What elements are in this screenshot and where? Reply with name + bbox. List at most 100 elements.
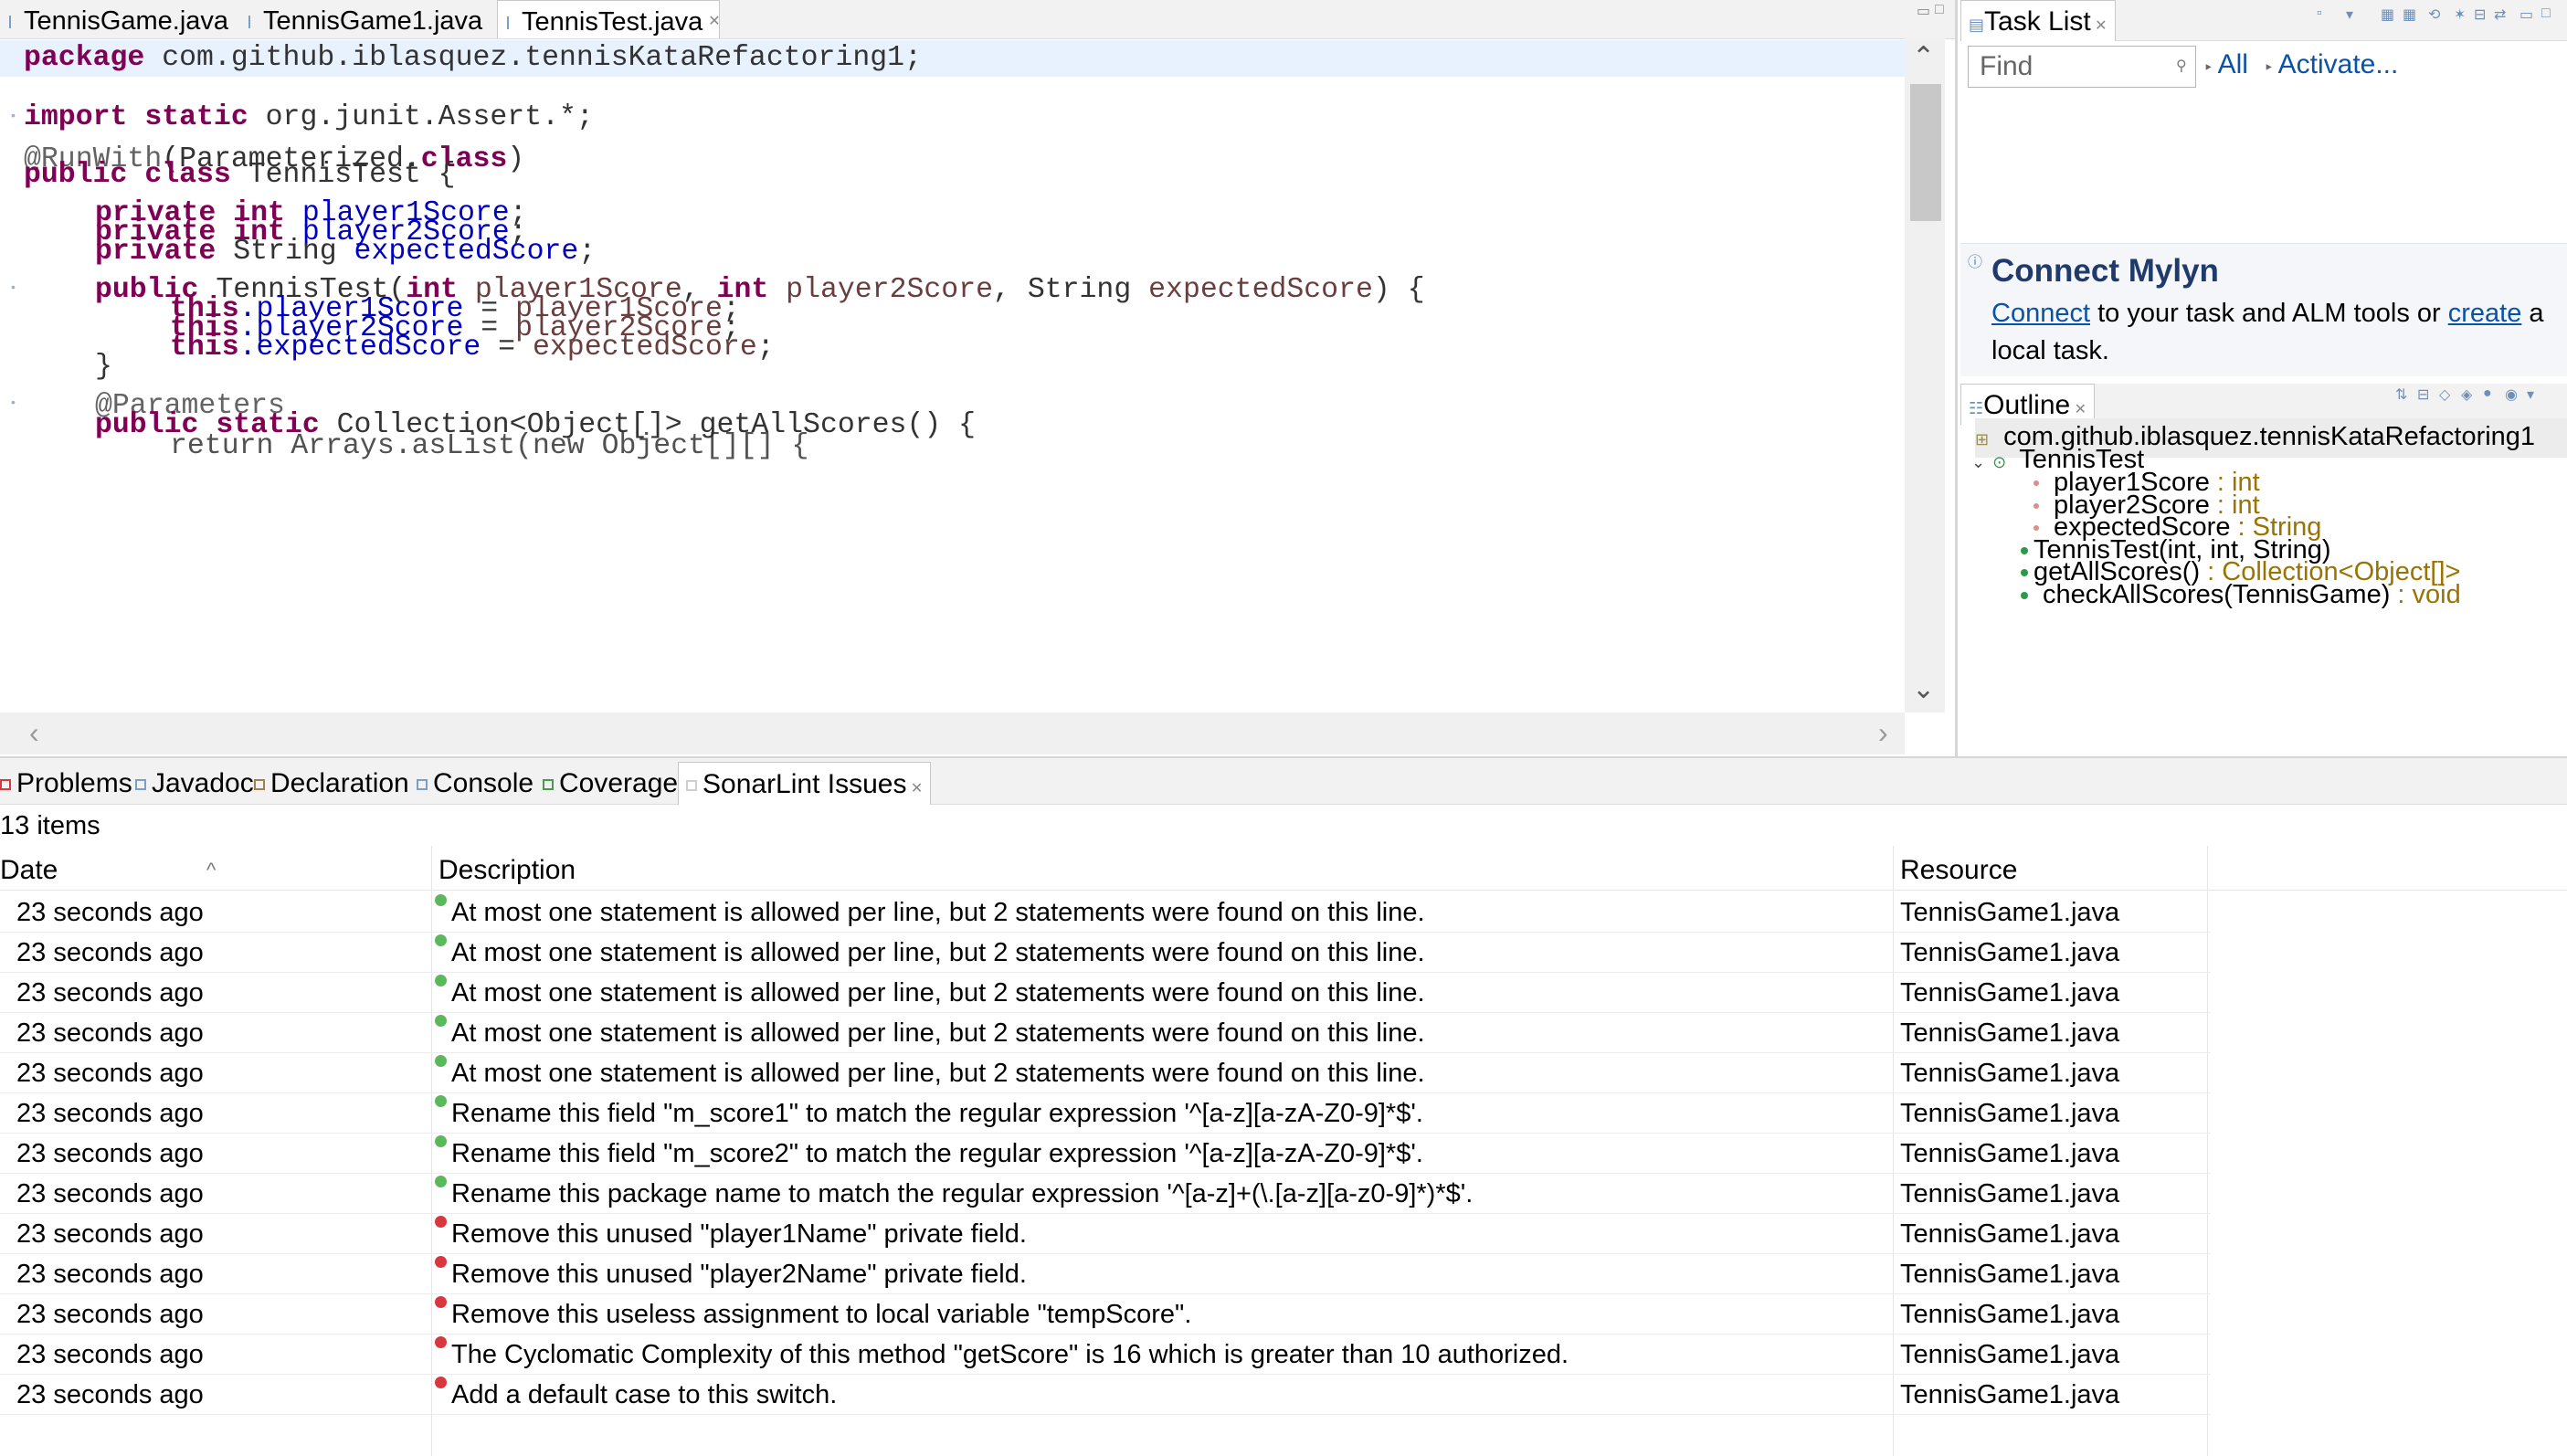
tab-tennisgame[interactable]: TennisGame.java [0,0,239,38]
column-header-resource[interactable]: Resource [1900,846,2211,890]
issue-resource: TennisGame1.java [1900,1099,2120,1128]
issue-resource: TennisGame1.java [1900,1018,2120,1048]
tab-label: Declaration [270,768,409,798]
new-task-icon[interactable]: ▫ [2317,5,2322,22]
close-icon[interactable]: ✕ [2091,18,2107,34]
issue-resource: TennisGame1.java [1900,938,2120,967]
tab-label: Problems [16,768,132,798]
connect-mylyn-text: Connect to your task and ALM tools or cr… [1991,299,2544,365]
collapse-all-icon[interactable]: ⊟ [2417,385,2429,404]
minimize-icon[interactable]: ▭ [1917,2,1930,20]
link-icon[interactable]: ⇄ [2494,5,2506,24]
table-row[interactable]: 23 seconds ago Remove this unused "player… [0,1213,2211,1254]
tab-task-list[interactable]: ▤Task List ✕ [1960,0,2116,41]
column-header-date[interactable]: Date ^ [0,846,431,890]
scroll-left-icon[interactable]: ‹ [29,716,39,750]
tab-tennistest[interactable]: TennisTest.java ✕ [497,0,721,38]
bottom-tab-bar: Problems Javadoc Declaration Console Cov… [0,758,2567,805]
issue-resource: TennisGame1.java [1900,1340,2120,1369]
issue-description: Remove this unused "player1Name" private… [451,1219,1027,1249]
minimize-icon[interactable]: ▭ [2519,5,2533,24]
table-row[interactable]: 23 seconds ago Rename this field "m_score… [0,1092,2211,1134]
scroll-down-icon[interactable]: ⌄ [1912,676,1935,703]
problems-icon [0,779,11,791]
tab-label: Coverage [559,768,679,798]
issue-description: At most one statement is allowed per lin… [451,938,1425,967]
outline-item-method[interactable]: checkAllScores(TennisGame) : void [2021,576,2461,613]
fold-marker-icon[interactable]: • [11,108,16,122]
table-row[interactable]: 23 seconds ago At most one statement is a… [0,932,2211,973]
table-row[interactable]: 23 seconds ago At most one statement is a… [0,1012,2211,1053]
table-row[interactable]: 23 seconds ago At most one statement is a… [0,892,2211,933]
close-icon[interactable]: ✕ [708,14,720,29]
issue-date: 23 seconds ago [16,1300,204,1329]
editor-tab-bar: TennisGame.java TennisGame1.java TennisT… [0,0,1955,39]
tab-label: Javadoc [152,768,254,798]
code-area[interactable]: package com.github.iblasquez.tennisKataR… [0,38,1905,712]
tab-javadoc[interactable]: Javadoc [135,762,254,804]
view-menu-icon[interactable]: ▾ [2527,385,2534,404]
table-row[interactable]: 23 seconds ago Rename this package name t… [0,1173,2211,1214]
table-row[interactable]: 23 seconds ago Remove this unused "player… [0,1253,2211,1294]
issue-date: 23 seconds ago [16,1018,204,1048]
sonarlint-icon [686,780,697,792]
tab-problems[interactable]: Problems [0,762,132,804]
sync-icon[interactable]: ⟲ [2428,5,2440,24]
connect-link[interactable]: Connect [1991,299,2090,328]
hide-local-types-icon[interactable]: ◉ [2505,385,2518,404]
table-row[interactable]: 23 seconds ago The Cyclomatic Complexity … [0,1334,2211,1375]
fold-marker-icon[interactable]: • [11,395,16,409]
close-icon[interactable]: ✕ [2070,402,2086,417]
editor-vertical-scrollbar[interactable]: ⌃ ⌄ [1905,38,1945,712]
java-editor[interactable]: TennisGame.java TennisGame1.java TennisT… [0,0,1958,756]
table-row[interactable]: 23 seconds ago Add a default case to this… [0,1374,2211,1415]
hide-nonpublic-icon[interactable]: ● [2483,385,2492,402]
tab-coverage[interactable]: Coverage [543,762,678,804]
close-icon[interactable]: ✕ [906,781,923,797]
issues-table-header: Date ^ Description Resource [0,846,2567,891]
scroll-up-icon[interactable]: ⌃ [1912,44,1935,71]
task-list-tab-bar: ▤Task List ✕ ▫ ▾ ▦ ▦ ⟲ ✶ ⊟ ⇄ ▭ □ [1960,0,2567,41]
info-icon: ⓘ [1968,255,1983,270]
tab-label: Console [433,768,534,798]
hide-static-icon[interactable]: ◈ [2461,385,2472,404]
sort-icon[interactable]: ⇅ [2395,385,2407,404]
task-find-input[interactable]: Find [1968,46,2196,88]
scheduled-icon[interactable]: ▦ [2403,5,2416,24]
column-header-description[interactable]: Description [438,846,1891,890]
all-link[interactable]: ‣ All [2203,49,2248,80]
tab-sonarlint-issues[interactable]: SonarLint Issues ✕ [678,762,932,805]
tab-tennisgame1[interactable]: TennisGame1.java [239,0,497,38]
minor-severity-icon [435,1055,447,1067]
create-link[interactable]: create [2448,299,2522,328]
editor-horizontal-scrollbar[interactable]: ‹ › [0,712,1905,754]
issue-date: 23 seconds ago [16,1219,204,1249]
tab-console[interactable]: Console [417,762,533,804]
scroll-right-icon[interactable]: › [1878,716,1888,750]
maximize-icon[interactable]: □ [1935,2,1944,18]
tab-declaration[interactable]: Declaration [254,762,409,804]
issue-description: At most one statement is allowed per lin… [451,1059,1425,1088]
issue-resource: TennisGame1.java [1900,1260,2120,1289]
issue-description: The Cyclomatic Complexity of this method… [451,1340,1569,1369]
table-row[interactable]: 23 seconds ago Remove this useless assign… [0,1293,2211,1335]
activate-link[interactable]: ‣ Activate... [2264,49,2398,80]
view-menu-icon[interactable]: ▾ [2346,5,2353,24]
hide-fields-icon[interactable]: ◇ [2439,385,2450,404]
table-row[interactable]: 23 seconds ago Rename this field "m_score… [0,1133,2211,1174]
issue-description: At most one statement is allowed per lin… [451,1018,1425,1048]
major-severity-icon [435,1296,447,1308]
table-row[interactable]: 23 seconds ago At most one statement is a… [0,972,2211,1013]
collapse-all-icon[interactable]: ⊟ [2474,5,2486,24]
scroll-thumb[interactable] [1910,84,1941,221]
focus-icon[interactable]: ✶ [2454,5,2466,24]
categorized-icon[interactable]: ▦ [2381,5,2394,24]
code-line-close-brace: } [95,351,112,383]
issue-date: 23 seconds ago [16,1099,204,1128]
chevron-down-icon[interactable]: ⌄ [1971,453,1985,471]
fold-marker-icon[interactable]: • [11,280,16,294]
tab-label: TennisGame.java [24,6,229,36]
maximize-icon[interactable]: □ [2541,5,2551,22]
table-row[interactable]: 23 seconds ago At most one statement is a… [0,1052,2211,1093]
issue-description: Rename this package name to match the re… [451,1179,1474,1208]
